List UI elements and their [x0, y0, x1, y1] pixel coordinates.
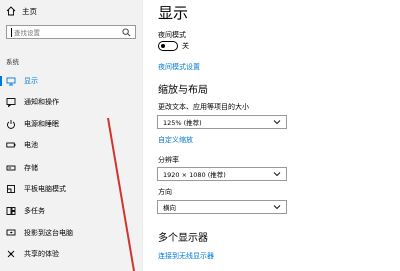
multiple-displays-heading: 多个显示器 — [158, 233, 208, 244]
battery-icon — [6, 140, 16, 150]
scale-layout-heading: 缩放与布局 — [158, 85, 208, 96]
sidebar-group-title: 系统 — [6, 58, 19, 66]
search-input[interactable]: 查找设置 — [6, 25, 136, 39]
resolution-label: 分辨率 — [158, 156, 179, 164]
sidebar-item-multitasking[interactable]: 多任务 — [0, 203, 142, 219]
sidebar-item-display[interactable]: 显示 — [0, 73, 142, 89]
home-icon — [6, 6, 16, 16]
sidebar-item-label: 电源和睡眠 — [24, 120, 59, 128]
search-icon[interactable] — [122, 27, 131, 37]
night-mode-label: 夜间模式 — [158, 31, 186, 39]
orientation-label: 方向 — [158, 188, 172, 196]
display-icon — [6, 76, 16, 86]
chevron-down-icon — [273, 172, 281, 177]
sidebar-item-label: 平板电脑模式 — [24, 185, 66, 193]
scale-select[interactable]: 125% (推荐) — [157, 115, 287, 129]
power-icon — [6, 119, 16, 129]
chevron-down-icon — [273, 205, 281, 210]
notification-icon — [6, 97, 16, 107]
sidebar-item-label: 多任务 — [24, 207, 45, 215]
resolution-select[interactable]: 1920 × 1080 (推荐) — [157, 167, 287, 181]
share-icon — [6, 249, 16, 259]
connect-wireless-display-link[interactable]: 连接到无线显示器 — [158, 251, 214, 261]
sidebar-item-label: 存储 — [24, 164, 38, 172]
night-mode-state: 关 — [182, 42, 189, 50]
page-title: 显示 — [158, 4, 189, 22]
night-mode-toggle[interactable] — [158, 41, 178, 51]
sidebar-item-label: 显示 — [24, 77, 38, 85]
sidebar-item-power[interactable]: 电源和睡眠 — [0, 116, 142, 132]
sidebar-item-notifications[interactable]: 通知和操作 — [0, 94, 142, 110]
scale-value: 125% (推荐) — [163, 119, 202, 127]
orientation-select[interactable]: 横向 — [157, 200, 287, 214]
sidebar-item-shared-experiences[interactable]: 共享的体验 — [0, 246, 142, 262]
sidebar-item-label: 电池 — [24, 141, 38, 149]
night-mode-settings-link[interactable]: 夜间模式设置 — [158, 62, 200, 72]
sidebar-item-label: 投影到这台电脑 — [24, 229, 73, 237]
scale-label: 更改文本、应用等项目的大小 — [158, 103, 249, 111]
storage-icon — [6, 163, 16, 173]
orientation-value: 横向 — [163, 204, 176, 212]
chevron-down-icon — [273, 120, 281, 125]
project-icon — [6, 228, 16, 238]
home-label: 主页 — [22, 6, 37, 16]
multitask-icon — [6, 206, 16, 216]
search-placeholder: 查找设置 — [14, 29, 40, 37]
sidebar-item-storage[interactable]: 存储 — [0, 160, 142, 176]
sidebar-item-label: 通知和操作 — [24, 98, 59, 106]
sidebar-item-label: 共享的体验 — [24, 250, 59, 258]
custom-scaling-link[interactable]: 自定义缩放 — [158, 135, 193, 145]
sidebar-item-battery[interactable]: 电池 — [0, 137, 142, 153]
text-caret — [11, 27, 12, 37]
settings-sidebar: 主页 查找设置 系统 显示 通知和操作 电源和睡眠 电池 存储 平板电脑模式 多… — [0, 0, 143, 271]
sidebar-item-project-to-pc[interactable]: 投影到这台电脑 — [0, 225, 142, 241]
home-nav-item[interactable]: 主页 — [6, 4, 37, 18]
sidebar-item-tablet-mode[interactable]: 平板电脑模式 — [0, 181, 142, 197]
toggle-knob — [161, 43, 165, 48]
resolution-value: 1920 × 1080 (推荐) — [163, 171, 226, 179]
tablet-icon — [6, 184, 16, 194]
